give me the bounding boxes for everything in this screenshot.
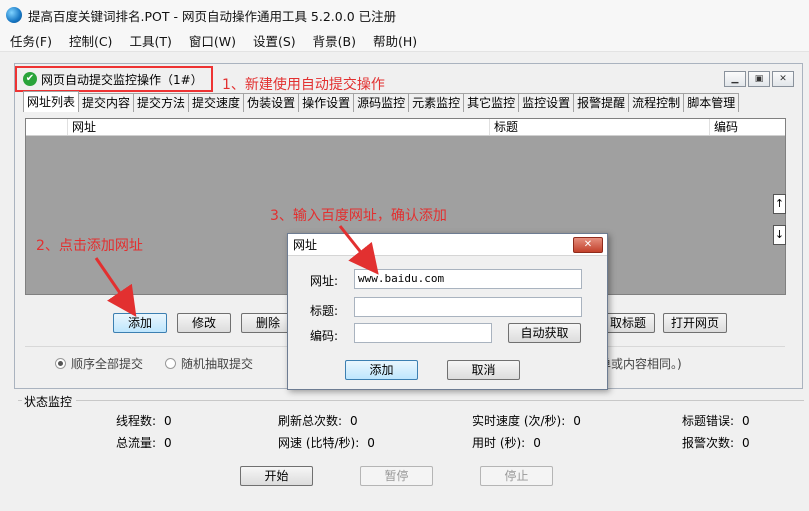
restore-icon[interactable]: ▣: [748, 71, 770, 87]
stat-network-speed-value: 0: [367, 436, 375, 450]
radio-random-dot: [165, 358, 176, 369]
tab-submit-speed[interactable]: 提交速度: [188, 93, 245, 112]
window-title: 提高百度关键词排名.POT - 网页自动操作通用工具 5.2.0.0 已注册: [28, 8, 397, 24]
move-down-icon[interactable]: ↓: [773, 225, 786, 245]
stop-button[interactable]: 停止: [480, 466, 553, 486]
menu-task[interactable]: 任务(F): [10, 31, 52, 50]
dialog-add-button[interactable]: 添加: [345, 360, 418, 380]
tab-url-list[interactable]: 网址列表: [23, 91, 80, 112]
stat-elapsed-time-value: 0: [533, 436, 541, 450]
url-input[interactable]: www.baidu.com: [354, 269, 582, 289]
column-url[interactable]: 网址: [68, 119, 490, 135]
menu-settings[interactable]: 设置(S): [253, 31, 296, 50]
menu-background[interactable]: 背景(B): [313, 31, 356, 50]
app-icon: [6, 7, 22, 23]
stat-threads: 线程数: 0: [116, 412, 172, 429]
menu-control[interactable]: 控制(C): [69, 31, 112, 50]
tab-flow-control[interactable]: 流程控制: [628, 93, 685, 112]
hint-text-label: 单或内容相同。): [599, 357, 682, 371]
tab-strip: 网址列表 提交内容 提交方法 提交速度 伪装设置 操作设置 源码监控 元素监控 …: [23, 91, 740, 112]
radio-sequential[interactable]: 顺序全部提交: [55, 355, 143, 372]
add-url-button[interactable]: 添加: [113, 313, 167, 333]
get-title-button[interactable]: 取标题: [601, 313, 655, 333]
check-icon: ✔: [23, 72, 37, 86]
task-window-title-highlight: ✔ 网页自动提交监控操作（1#）: [15, 66, 213, 92]
task-window-title: 网页自动提交监控操作（1#）: [41, 72, 203, 87]
stat-threads-value: 0: [164, 414, 172, 428]
menu-tools[interactable]: 工具(T): [129, 31, 171, 50]
stat-alarm-count-label: 报警次数:: [682, 436, 735, 450]
stat-network-speed: 网速 (比特/秒): 0: [278, 434, 375, 451]
tab-other-monitor[interactable]: 其它监控: [463, 93, 520, 112]
annotation-step3: 3、输入百度网址，确认添加: [270, 208, 447, 224]
column-title[interactable]: 标题: [490, 119, 710, 135]
stat-threads-label: 线程数:: [116, 414, 157, 428]
stat-total-traffic: 总流量: 0: [116, 434, 172, 451]
menu-bar: 任务(F) 控制(C) 工具(T) 窗口(W) 设置(S) 背景(B) 帮助(H…: [0, 30, 809, 52]
list-move-controls: ↑ ↓: [773, 194, 786, 256]
tab-alarm[interactable]: 报警提醒: [573, 93, 630, 112]
tab-monitor-settings[interactable]: 监控设置: [518, 93, 575, 112]
stat-realtime-speed-label: 实时速度 (次/秒):: [472, 414, 566, 428]
edit-url-button[interactable]: 修改: [177, 313, 231, 333]
dialog-close-icon[interactable]: ✕: [573, 237, 603, 253]
radio-random[interactable]: 随机抽取提交: [165, 355, 253, 372]
stat-refresh-total-value: 0: [350, 414, 358, 428]
tab-operation-settings[interactable]: 操作设置: [298, 93, 355, 112]
stat-elapsed-time-label: 用时 (秒):: [472, 436, 526, 450]
window-controls: ▁ ▣ ✕: [722, 71, 794, 87]
status-monitor: 状态监控 线程数: 0 刷新总次数: 0 实时速度 (次/秒): 0 标题错误: 0 总…: [18, 393, 804, 458]
radio-random-label: 随机抽取提交: [181, 357, 254, 371]
stat-refresh-total: 刷新总次数: 0: [278, 412, 358, 429]
stat-total-traffic-value: 0: [164, 436, 172, 450]
tab-script-manage[interactable]: 脚本管理: [683, 93, 740, 112]
dialog-cancel-button[interactable]: 取消: [447, 360, 520, 380]
task-window-titlebar: ✔ 网页自动提交监控操作（1#） ▁ ▣ ✕: [15, 64, 802, 94]
title-label: 标题:: [310, 304, 339, 318]
stat-alarm-count-value: 0: [742, 436, 750, 450]
tab-submit-content[interactable]: 提交内容: [78, 93, 135, 112]
radio-sequential-label: 顺序全部提交: [71, 357, 144, 371]
close-icon[interactable]: ✕: [772, 71, 794, 87]
annotation-step2: 2、点击添加网址: [36, 238, 143, 254]
menu-help[interactable]: 帮助(H): [373, 31, 417, 50]
stat-title-errors: 标题错误: 0: [682, 412, 750, 429]
tab-source-monitor[interactable]: 源码监控: [353, 93, 410, 112]
stat-title-errors-value: 0: [742, 414, 750, 428]
encoding-label: 编码:: [310, 329, 339, 343]
stat-realtime-speed: 实时速度 (次/秒): 0: [472, 412, 581, 429]
stat-refresh-total-label: 刷新总次数:: [278, 414, 343, 428]
stat-alarm-count: 报警次数: 0: [682, 434, 750, 451]
start-button[interactable]: 开始: [240, 466, 313, 486]
status-legend: 状态监控: [22, 393, 77, 410]
stat-realtime-speed-value: 0: [573, 414, 581, 428]
title-input[interactable]: [354, 297, 582, 317]
column-index[interactable]: [26, 119, 68, 135]
stat-title-errors-label: 标题错误:: [682, 414, 735, 428]
hint-text: 单或内容相同。): [599, 355, 682, 372]
url-dialog: 网址 ✕ 网址: www.baidu.com 标题: 编码: 自动获取 添加 取…: [287, 233, 608, 390]
auto-detect-button[interactable]: 自动获取: [508, 323, 581, 343]
minimize-icon[interactable]: ▁: [724, 71, 746, 87]
stat-elapsed-time: 用时 (秒): 0: [472, 434, 541, 451]
tab-element-monitor[interactable]: 元素监控: [408, 93, 465, 112]
open-page-button[interactable]: 打开网页: [663, 313, 727, 333]
annotation-step1: 1、新建使用自动提交操作: [222, 77, 385, 93]
tab-submit-method[interactable]: 提交方法: [133, 93, 190, 112]
url-dialog-title: 网址: [293, 238, 318, 252]
menu-window[interactable]: 窗口(W): [189, 31, 236, 50]
pause-button[interactable]: 暂停: [360, 466, 433, 486]
url-list-header: 网址 标题 编码: [26, 119, 785, 136]
tab-disguise[interactable]: 伪装设置: [243, 93, 300, 112]
window-titlebar: 提高百度关键词排名.POT - 网页自动操作通用工具 5.2.0.0 已注册: [0, 0, 809, 30]
stat-total-traffic-label: 总流量:: [116, 436, 157, 450]
url-dialog-titlebar: 网址: [288, 234, 607, 256]
url-label: 网址:: [310, 274, 339, 288]
stat-network-speed-label: 网速 (比特/秒):: [278, 436, 360, 450]
radio-sequential-dot: [55, 358, 66, 369]
move-up-icon[interactable]: ↑: [773, 194, 786, 214]
encoding-input[interactable]: [354, 323, 492, 343]
column-encoding[interactable]: 编码: [710, 119, 785, 135]
